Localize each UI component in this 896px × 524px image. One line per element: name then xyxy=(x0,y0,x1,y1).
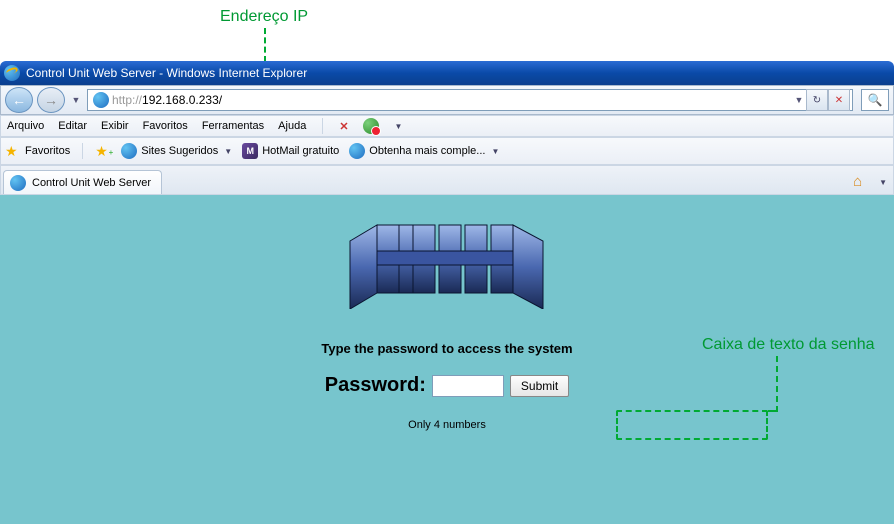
fav-label: HotMail gratuito xyxy=(262,145,339,157)
home-dropdown[interactable]: ▼ xyxy=(879,178,887,187)
phb-logo xyxy=(347,223,547,309)
tab-bar: Control Unit Web Server ⌂ ▼ xyxy=(0,165,894,195)
forward-button[interactable]: → xyxy=(37,87,65,113)
home-icon[interactable]: ⌂ xyxy=(853,173,871,191)
favorites-bar: ★ Favoritos ★+ Sites Sugeridos ▼ M HotMa… xyxy=(0,137,894,165)
chevron-down-icon: ▼ xyxy=(224,147,232,156)
ie-icon xyxy=(349,143,365,159)
address-ie-icon xyxy=(93,92,109,108)
submit-button[interactable]: Submit xyxy=(510,375,569,397)
address-dropdown[interactable]: ▼ xyxy=(792,88,806,112)
fav-addfav[interactable]: ★+ xyxy=(95,143,111,159)
favorites-label: Favoritos xyxy=(25,145,70,157)
menu-separator xyxy=(322,118,323,134)
password-prompt: Type the password to access the system xyxy=(321,341,572,356)
address-bar[interactable]: http://192.168.0.233/ ▼ ↻ ✕ xyxy=(87,89,853,111)
tab-control-unit[interactable]: Control Unit Web Server xyxy=(3,170,162,194)
fav-sites-sugeridos[interactable]: Sites Sugeridos ▼ xyxy=(121,143,232,159)
password-label: Password: xyxy=(325,374,426,397)
menu-editar[interactable]: Editar xyxy=(58,120,87,132)
refresh-button[interactable]: ↻ xyxy=(806,89,828,111)
stop-button[interactable]: ✕ xyxy=(828,89,850,111)
page-content: Type the password to access the system P… xyxy=(0,195,894,524)
password-input[interactable] xyxy=(432,375,504,397)
search-icon: 🔍 xyxy=(868,93,883,107)
title-bar: Control Unit Web Server - Windows Intern… xyxy=(0,61,894,85)
ie-icon xyxy=(4,65,20,81)
search-button[interactable]: 🔍 xyxy=(861,89,889,111)
globe-icon[interactable] xyxy=(363,118,379,134)
menu-bar: Arquivo Editar Exibir Favoritos Ferramen… xyxy=(0,115,894,137)
annotation-pw-label: Caixa de texto da senha xyxy=(702,336,875,354)
nav-history-dropdown[interactable]: ▼ xyxy=(69,88,83,112)
menu-exibir[interactable]: Exibir xyxy=(101,120,129,132)
menu-favoritos[interactable]: Favoritos xyxy=(143,120,188,132)
ie-icon xyxy=(121,143,137,159)
annotation-ip-label: Endereço IP xyxy=(220,8,308,26)
menu-ajuda[interactable]: Ajuda xyxy=(278,120,306,132)
ie-icon xyxy=(10,175,26,191)
star-add-icon: ★+ xyxy=(95,143,111,159)
hotmail-icon: M xyxy=(242,143,258,159)
annotation-line-pw-h xyxy=(768,410,778,412)
fav-label: Sites Sugeridos xyxy=(141,145,218,157)
annotation-line-pw-v xyxy=(776,356,778,412)
globe-dropdown[interactable]: ▼ xyxy=(395,122,403,131)
password-hint: Only 4 numbers xyxy=(408,419,486,431)
password-row: Password: Submit xyxy=(325,374,570,397)
tab-title: Control Unit Web Server xyxy=(32,177,151,189)
menu-ferramentas[interactable]: Ferramentas xyxy=(202,120,264,132)
window-title: Control Unit Web Server - Windows Intern… xyxy=(26,66,307,80)
url-prefix: http:// xyxy=(112,93,142,107)
url-host: 192.168.0.233/ xyxy=(142,93,222,107)
fav-separator xyxy=(82,143,83,159)
fav-obtenha[interactable]: Obtenha mais comple... ▼ xyxy=(349,143,499,159)
star-icon: ★ xyxy=(5,143,21,159)
nav-bar: ← → ▼ http://192.168.0.233/ ▼ ↻ ✕ 🔍 xyxy=(0,85,894,115)
fav-label: Obtenha mais comple... xyxy=(369,145,485,157)
chevron-down-icon: ▼ xyxy=(491,147,499,156)
annotation-box-pw xyxy=(616,410,768,440)
favorites-button[interactable]: ★ Favoritos xyxy=(5,143,70,159)
annotation-arrow-ip xyxy=(264,28,266,62)
menu-arquivo[interactable]: Arquivo xyxy=(7,120,44,132)
back-button[interactable]: ← xyxy=(5,87,33,113)
close-toolbar-icon[interactable]: ✕ xyxy=(339,120,348,133)
fav-hotmail[interactable]: M HotMail gratuito xyxy=(242,143,339,159)
